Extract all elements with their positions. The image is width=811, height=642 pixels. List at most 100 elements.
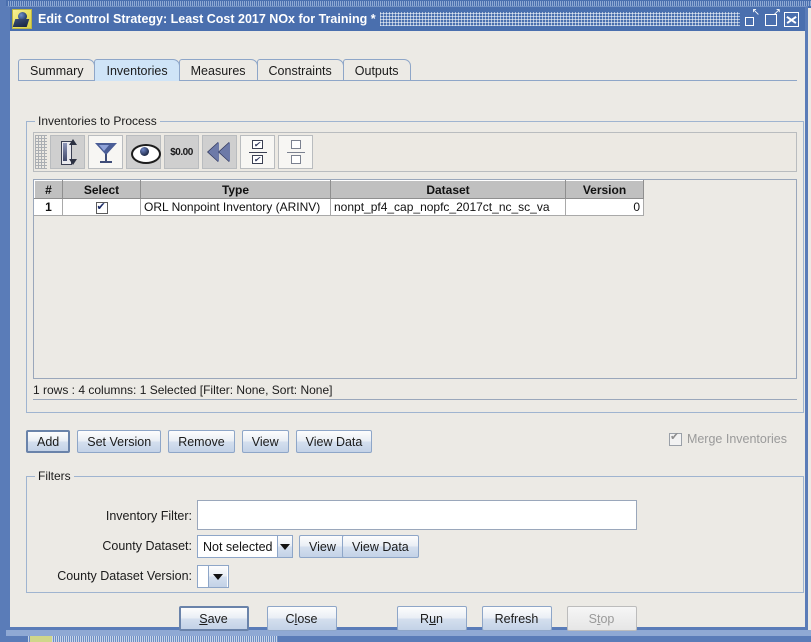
eye-view-icon xyxy=(131,143,157,161)
rewind-icon xyxy=(208,142,232,162)
app-icon xyxy=(12,9,32,29)
tab-measures-label: Measures xyxy=(191,64,246,78)
set-version-button-label: Set Version xyxy=(87,435,151,449)
edit-control-strategy-window: Edit Control Strategy: Least Cost 2017 N… xyxy=(6,6,808,630)
county-dataset-version-select[interactable] xyxy=(197,565,229,588)
remove-button[interactable]: Remove xyxy=(168,430,235,453)
merge-inventories-label: Merge Inventories xyxy=(687,432,787,446)
county-dataset-label: County Dataset: xyxy=(67,539,192,553)
inventories-panel-title: Inventories to Process xyxy=(35,114,160,128)
view-data-button-label: View Data xyxy=(306,435,363,449)
inventory-icon-button[interactable] xyxy=(50,135,85,169)
close-button[interactable]: Close xyxy=(267,606,337,631)
dialog-buttons-right: Run Refresh Stop xyxy=(397,606,637,631)
table-header-row: # Select Type Dataset Version xyxy=(35,181,644,199)
column-header-type[interactable]: Type xyxy=(141,181,331,199)
tab-outputs-label: Outputs xyxy=(355,64,399,78)
inventory-filter-label: Inventory Filter: xyxy=(67,509,192,523)
rewind-icon-button[interactable] xyxy=(202,135,237,169)
filter-funnel-icon xyxy=(94,140,118,164)
filters-panel-title: Filters xyxy=(35,469,74,483)
column-header-dataset[interactable]: Dataset xyxy=(331,181,566,199)
window-titlebar[interactable]: Edit Control Strategy: Least Cost 2017 N… xyxy=(10,7,805,31)
run-button-label: n xyxy=(436,612,443,626)
add-button[interactable]: Add xyxy=(26,430,70,453)
county-dataset-value: Not selected xyxy=(198,536,277,557)
stop-button: Stop xyxy=(567,606,637,631)
tab-bar: Summary Inventories Measures Constraints… xyxy=(18,58,410,81)
eye-view-icon-button[interactable] xyxy=(126,135,161,169)
county-dataset-view-data-label: View Data xyxy=(352,540,409,554)
clear-all-icon-button[interactable] xyxy=(278,135,313,169)
window-controls xyxy=(744,12,805,27)
row-type-cell: ORL Nonpoint Inventory (ARINV) xyxy=(141,199,331,216)
row-select-cell[interactable] xyxy=(63,199,141,216)
tab-outputs[interactable]: Outputs xyxy=(343,59,411,81)
cost-dollar-icon: $0.00 xyxy=(170,147,193,158)
toolbar-drag-handle[interactable] xyxy=(35,135,47,169)
table-row[interactable]: 1 ORL Nonpoint Inventory (ARINV) nonpt_p… xyxy=(35,199,644,216)
set-version-button[interactable]: Set Version xyxy=(77,430,161,453)
window-title: Edit Control Strategy: Least Cost 2017 N… xyxy=(38,12,376,26)
save-button[interactable]: Save xyxy=(179,606,249,631)
refresh-button[interactable]: Refresh xyxy=(482,606,552,631)
inventories-table-scrollpane[interactable]: # Select Type Dataset Version 1 xyxy=(33,179,797,379)
view-button-label: View xyxy=(252,435,279,449)
refresh-button-label: Refresh xyxy=(495,612,539,626)
select-all-icon-button[interactable]: ✔✔ xyxy=(240,135,275,169)
close-button-label: ose xyxy=(297,612,317,626)
inventories-table[interactable]: # Select Type Dataset Version 1 xyxy=(34,180,644,216)
cost-dollar-icon-button[interactable]: $0.00 xyxy=(164,135,199,169)
row-dataset-cell: nonpt_pf4_cap_nopfc_2017ct_nc_sc_va xyxy=(331,199,566,216)
add-button-label: Add xyxy=(37,435,59,449)
county-dataset-view-data-button[interactable]: View Data xyxy=(342,535,419,558)
remove-button-label: Remove xyxy=(178,435,225,449)
view-button[interactable]: View xyxy=(242,430,289,453)
filters-panel: Filters Inventory Filter: County Dataset… xyxy=(26,476,804,593)
table-status-text: 1 rows : 4 columns: 1 Selected [Filter: … xyxy=(33,383,332,397)
stop-button-label: op xyxy=(600,612,614,626)
clear-all-icon xyxy=(287,139,305,165)
tab-inventories[interactable]: Inventories xyxy=(94,59,179,81)
view-data-button[interactable]: View Data xyxy=(296,430,373,453)
inventory-action-buttons: Add Set Version Remove View View Data xyxy=(26,430,372,453)
tab-constraints-label: Constraints xyxy=(269,64,332,78)
row-select-checkbox[interactable] xyxy=(96,202,108,214)
column-header-number[interactable]: # xyxy=(35,181,63,199)
inventory-filter-input[interactable] xyxy=(197,500,637,530)
background-lower-titlebar-icon xyxy=(30,636,52,642)
dialog-button-bar: Save Close Run Refresh Stop xyxy=(10,606,805,631)
tab-constraints[interactable]: Constraints xyxy=(257,59,344,81)
inventories-to-process-panel: Inventories to Process xyxy=(26,121,804,413)
county-dataset-version-value xyxy=(198,566,208,587)
tab-inventories-label: Inventories xyxy=(106,64,167,78)
save-button-label: ave xyxy=(208,612,228,626)
tab-summary[interactable]: Summary xyxy=(18,59,95,81)
county-dataset-version-label: County Dataset Version: xyxy=(27,569,192,583)
chevron-down-icon[interactable] xyxy=(208,566,227,587)
row-version-cell: 0 xyxy=(566,199,644,216)
inventories-toolbar: $0.00 ✔✔ xyxy=(33,132,797,172)
county-dataset-select[interactable]: Not selected xyxy=(197,535,293,558)
close-icon[interactable] xyxy=(784,12,799,27)
chevron-down-icon[interactable] xyxy=(277,536,292,557)
row-number-cell: 1 xyxy=(35,199,63,216)
table-status-bar: 1 rows : 4 columns: 1 Selected [Filter: … xyxy=(33,380,797,400)
window-content: Summary Inventories Measures Constraints… xyxy=(10,31,805,627)
tab-summary-label: Summary xyxy=(30,64,83,78)
merge-inventories-checkbox[interactable] xyxy=(669,433,682,446)
select-all-icon: ✔✔ xyxy=(249,139,267,165)
county-dataset-view-button[interactable]: View xyxy=(299,535,346,558)
background-lower-titlebar xyxy=(28,636,278,642)
titlebar-texture xyxy=(380,12,740,26)
column-header-select[interactable]: Select xyxy=(63,181,141,199)
minimize-icon[interactable] xyxy=(744,12,759,27)
tab-measures[interactable]: Measures xyxy=(179,59,258,81)
filter-funnel-icon-button[interactable] xyxy=(88,135,123,169)
column-header-version[interactable]: Version xyxy=(566,181,644,199)
inventory-icon xyxy=(59,139,77,165)
run-button[interactable]: Run xyxy=(397,606,467,631)
county-dataset-view-label: View xyxy=(309,540,336,554)
merge-inventories-checkbox-group[interactable]: Merge Inventories xyxy=(669,432,787,446)
maximize-icon[interactable] xyxy=(764,12,779,27)
